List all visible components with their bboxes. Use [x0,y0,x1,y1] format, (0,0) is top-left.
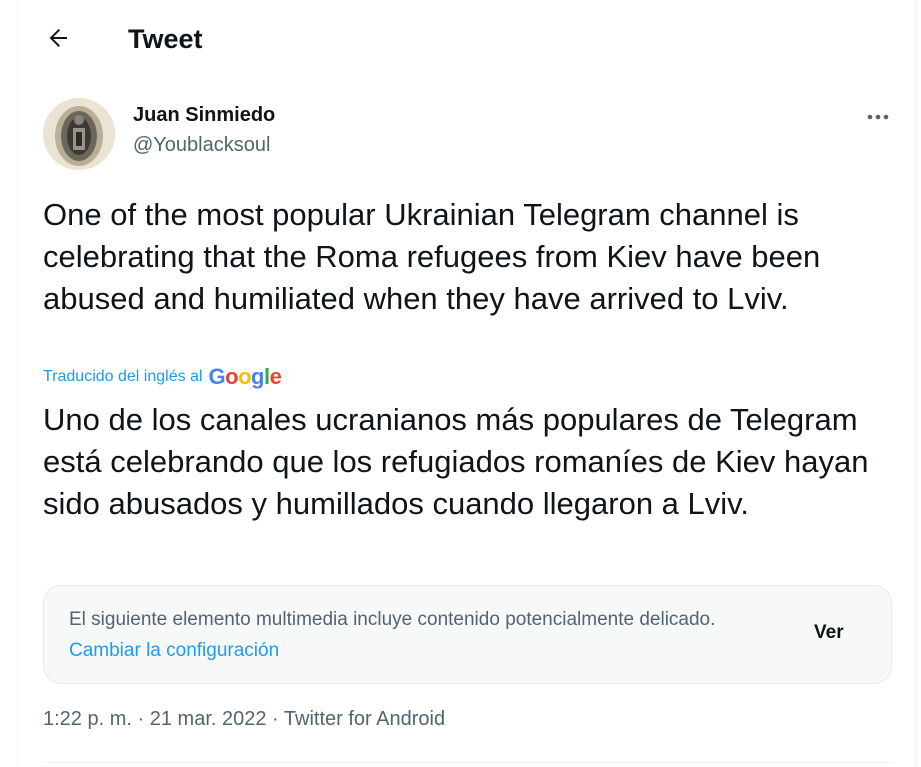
translated-by-label: Traducido del inglés al [43,368,203,385]
tweet-source-link[interactable]: Twitter for Android [284,708,445,730]
change-settings-link[interactable]: Cambiar la configuración [69,640,279,661]
more-options-button[interactable] [858,100,898,134]
tweet-date: 21 mar. 2022 [149,708,267,730]
avatar[interactable] [43,98,115,170]
arrow-left-icon [46,26,70,55]
view-media-button[interactable]: Ver [814,622,844,644]
back-button[interactable] [40,22,76,58]
translated-tweet-text: Uno de los canales ucranianos más popula… [43,402,869,521]
tweet-time: 1:22 p. m. [43,708,132,730]
meta-separator: · [272,708,279,730]
avatar-image [43,98,115,170]
sensitive-media-message: El siguiente elemento multimedia incluye… [69,604,769,666]
author-name[interactable]: Juan Sinmiedo [133,104,275,127]
sensitive-message-text: El siguiente elemento multimedia incluye… [69,609,716,630]
page-header: Tweet [18,0,916,80]
tweet-time-link[interactable]: 1:22 p. m. · 21 mar. 2022 [43,708,266,730]
tweet-text: One of the most popular Ukrainian Telegr… [43,197,821,316]
sensitive-media-warning: El siguiente elemento multimedia incluye… [43,585,892,684]
google-logo: Google [208,364,282,389]
author-handle[interactable]: @Youblacksoul [133,134,270,157]
tweet-detail-column: Tweet Juan Sinmiedo @Youblacksoul One of… [17,0,917,767]
page-title: Tweet [128,24,203,54]
more-dots-icon [866,108,890,126]
meta-separator: · [137,708,145,730]
tweet-metadata: 1:22 p. m. · 21 mar. 2022 · Twitter for … [43,708,445,731]
divider [43,762,892,763]
translation-attribution[interactable]: Traducido del inglés al Google [43,364,282,389]
